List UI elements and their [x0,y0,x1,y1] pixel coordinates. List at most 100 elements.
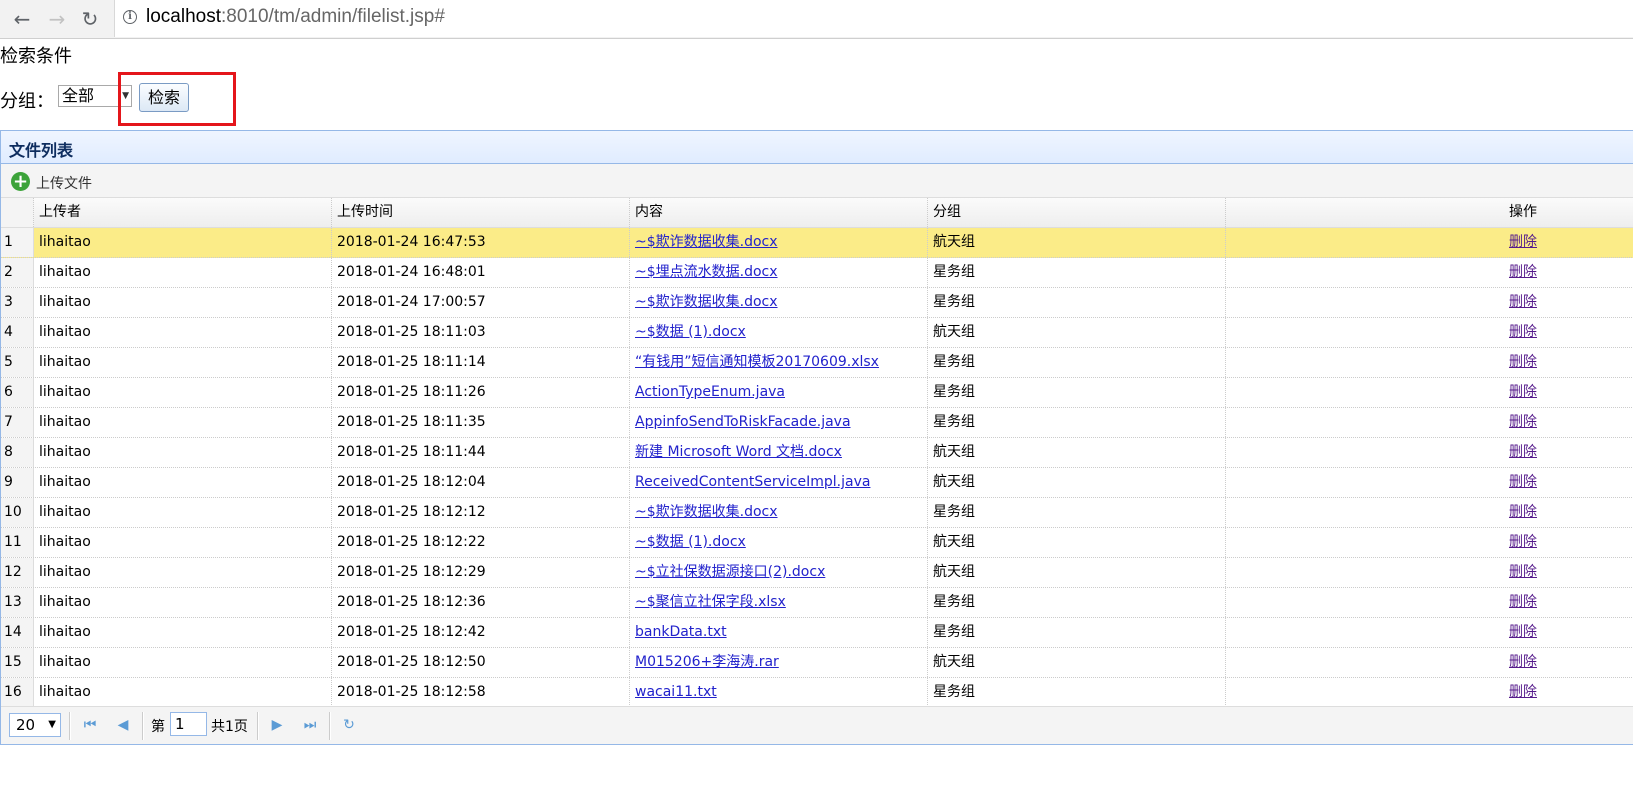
row-number: 12 [1,558,34,587]
delete-link[interactable]: 删除 [1509,354,1537,370]
row-number: 15 [1,648,34,677]
delete-link[interactable]: 删除 [1509,594,1537,610]
header-group[interactable]: 分组 [928,198,1226,227]
file-link[interactable]: 新建 Microsoft Word 文档.docx [635,444,842,460]
content-cell: ~$立社保数据源接口(2).docx [630,558,928,587]
file-link[interactable]: ~$欺诈数据收集.docx [635,504,778,520]
file-link[interactable]: wacai11.txt [635,684,717,700]
table-row[interactable]: 4 lihaitao 2018-01-25 18:11:03 ~$数据 (1).doc… [1,318,1633,348]
delete-link[interactable]: 删除 [1509,624,1537,640]
action-cell: 删除 [1226,678,1633,707]
content-cell: ~$欺诈数据收集.docx [630,288,928,317]
table-row[interactable]: 14 lihaitao 2018-01-25 18:12:42 bankData.tx… [1,618,1633,648]
file-link[interactable]: ~$欺诈数据收集.docx [635,234,778,250]
url-path: :8010/tm/admin/filelist.jsp# [221,6,445,27]
next-page-icon[interactable]: ▶ [267,715,287,735]
pager-separator [329,712,331,740]
upload-time-cell: 2018-01-25 18:12:42 [332,618,630,647]
uploader-cell: lihaitao [34,348,332,377]
group-cell: 航天组 [928,228,1226,257]
table-row[interactable]: 2 lihaitao 2018-01-24 16:48:01 ~$埋点流水数据.doc… [1,258,1633,288]
delete-link[interactable]: 删除 [1509,684,1537,700]
upload-time-cell: 2018-01-24 16:48:01 [332,258,630,287]
delete-link[interactable]: 删除 [1509,564,1537,580]
group-select-value: 全部 [62,86,95,105]
file-link[interactable]: M015206+李海涛.rar [635,654,779,670]
action-cell: 删除 [1226,378,1633,407]
file-link[interactable]: ~$数据 (1).docx [635,534,746,550]
table-row[interactable]: 6 lihaitao 2018-01-25 18:11:26 ActionTypeEn… [1,378,1633,408]
header-content[interactable]: 内容 [630,198,928,227]
group-cell: 星务组 [928,348,1226,377]
address-bar[interactable]: i localhost:8010/tm/admin/filelist.jsp# [114,0,1633,37]
content-cell: AppinfoSendToRiskFacade.java [630,408,928,437]
group-cell: 星务组 [928,618,1226,647]
table-row[interactable]: 9 lihaitao 2018-01-25 18:12:04 ReceivedCont… [1,468,1633,498]
table-row[interactable]: 8 lihaitao 2018-01-25 18:11:44 新建 Microsoft… [1,438,1633,468]
uploader-cell: lihaitao [34,318,332,347]
add-icon: + [11,171,30,192]
refresh-icon[interactable]: ↻ [339,715,359,735]
file-link[interactable]: ~$欺诈数据收集.docx [635,294,778,310]
header-upload-time[interactable]: 上传时间 [332,198,630,227]
file-list-panel: 文件列表 + 上传文件 上传者 上传时间 内容 分组 操作 1 lihaitao 2… [0,130,1633,745]
back-arrow-icon[interactable]: ← [8,5,36,33]
file-link[interactable]: ~$数据 (1).docx [635,324,746,340]
file-link[interactable]: ~$立社保数据源接口(2).docx [635,564,825,580]
file-link[interactable]: ReceivedContentServiceImpl.java [635,474,870,490]
file-link[interactable]: AppinfoSendToRiskFacade.java [635,414,851,430]
delete-link[interactable]: 删除 [1509,504,1537,520]
action-cell: 删除 [1226,498,1633,527]
uploader-cell: lihaitao [34,408,332,437]
file-link[interactable]: ~$埋点流水数据.docx [635,264,778,280]
row-number: 14 [1,618,34,647]
page-prefix-label: 第 [151,719,165,735]
reload-icon[interactable]: ↻ [76,5,104,33]
file-link[interactable]: ~$聚信立社保字段.xlsx [635,594,786,610]
header-action[interactable]: 操作 [1226,198,1633,227]
table-row[interactable]: 7 lihaitao 2018-01-25 18:11:35 AppinfoSendT… [1,408,1633,438]
table-row[interactable]: 1 lihaitao 2018-01-24 16:47:53 ~$欺诈数据收集.doc… [1,228,1633,258]
table-row[interactable]: 16 lihaitao 2018-01-25 18:12:58 wacai11.txt… [1,678,1633,708]
delete-link[interactable]: 删除 [1509,324,1537,340]
file-link[interactable]: bankData.txt [635,624,727,640]
uploader-cell: lihaitao [34,438,332,467]
table-row[interactable]: 12 lihaitao 2018-01-25 18:12:29 ~$立社保数据源接口(… [1,558,1633,588]
header-uploader[interactable]: 上传者 [34,198,332,227]
file-link[interactable]: “有钱用”短信通知模板20170609.xlsx [635,354,879,370]
info-icon[interactable]: i [123,10,137,24]
prev-page-icon[interactable]: ◀ [113,715,133,735]
forward-arrow-icon[interactable]: → [43,5,71,33]
delete-link[interactable]: 删除 [1509,474,1537,490]
last-page-icon[interactable]: ⏭ [300,715,320,735]
table-row[interactable]: 5 lihaitao 2018-01-25 18:11:14 “有钱用”短信通知模板2… [1,348,1633,378]
group-cell: 星务组 [928,288,1226,317]
action-cell: 删除 [1226,648,1633,677]
delete-link[interactable]: 删除 [1509,654,1537,670]
delete-link[interactable]: 删除 [1509,294,1537,310]
row-number: 6 [1,378,34,407]
page-size-select[interactable]: 20 ▼ [9,713,61,737]
url-text: localhost:8010/tm/admin/filelist.jsp# [146,6,445,28]
table-row[interactable]: 3 lihaitao 2018-01-24 17:00:57 ~$欺诈数据收集.doc… [1,288,1633,318]
page-number-input[interactable]: 1 [170,712,207,736]
delete-link[interactable]: 删除 [1509,264,1537,280]
upload-time-cell: 2018-01-25 18:11:35 [332,408,630,437]
row-number: 4 [1,318,34,347]
first-page-icon[interactable]: ⏮ [80,715,100,735]
delete-link[interactable]: 删除 [1509,384,1537,400]
file-link[interactable]: ActionTypeEnum.java [635,384,785,400]
content-cell: ReceivedContentServiceImpl.java [630,468,928,497]
table-row[interactable]: 13 lihaitao 2018-01-25 18:12:36 ~$聚信立社保字段.x… [1,588,1633,618]
delete-link[interactable]: 删除 [1509,414,1537,430]
delete-link[interactable]: 删除 [1509,534,1537,550]
pager-separator [142,712,144,740]
delete-link[interactable]: 删除 [1509,234,1537,250]
uploader-cell: lihaitao [34,678,332,707]
table-row[interactable]: 10 lihaitao 2018-01-25 18:12:12 ~$欺诈数据收集.do… [1,498,1633,528]
table-row[interactable]: 11 lihaitao 2018-01-25 18:12:22 ~$数据 (1).do… [1,528,1633,558]
delete-link[interactable]: 删除 [1509,444,1537,460]
table-row[interactable]: 15 lihaitao 2018-01-25 18:12:50 M015206+李海涛… [1,648,1633,678]
upload-time-cell: 2018-01-25 18:12:36 [332,588,630,617]
uploader-cell: lihaitao [34,588,332,617]
